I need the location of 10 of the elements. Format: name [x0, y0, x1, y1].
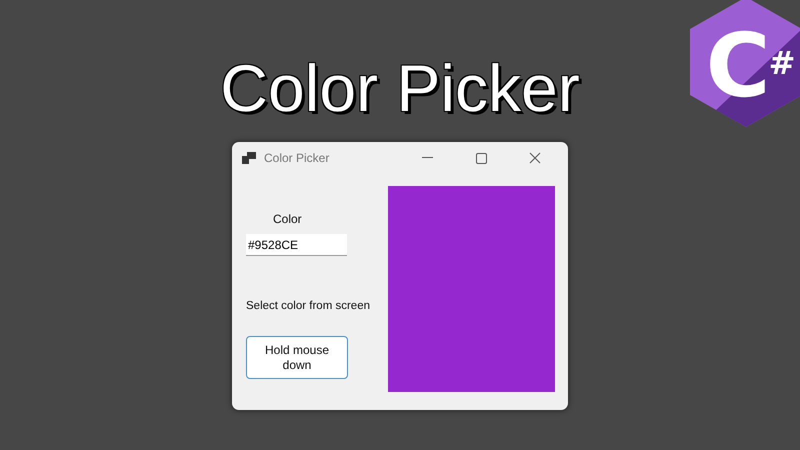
window-title: Color Picker: [264, 151, 330, 165]
screen-pick-label: Select color from screen: [246, 300, 371, 312]
color-label: Color: [273, 212, 302, 226]
app-icon: [242, 152, 256, 164]
maximize-icon: [476, 152, 486, 164]
color-field[interactable]: #9528CE: [246, 234, 347, 256]
page-heading: Color Picker: [220, 50, 580, 127]
minimize-icon: [422, 157, 432, 159]
hold-mouse-button[interactable]: Hold mouse down: [246, 336, 348, 379]
close-icon: [529, 152, 541, 164]
